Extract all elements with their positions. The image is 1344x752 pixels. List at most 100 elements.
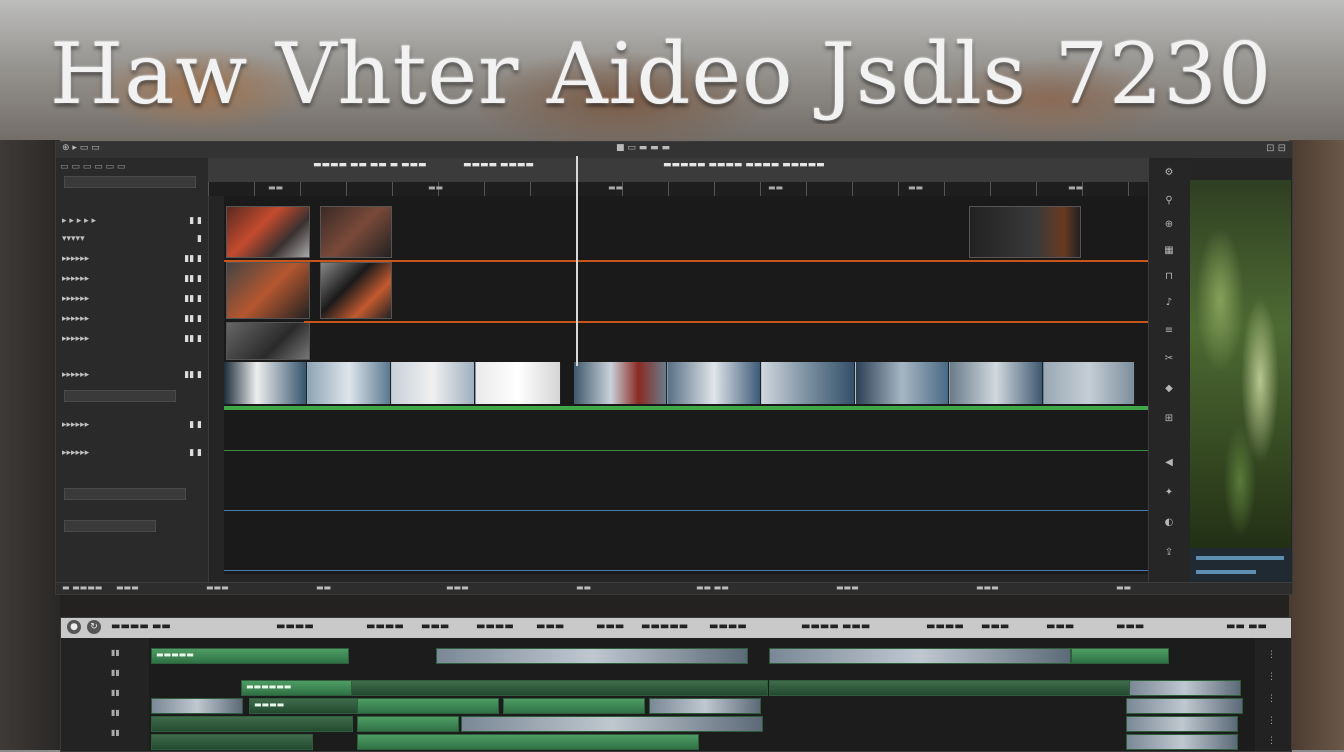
more-icon[interactable]: ⋮: [1267, 672, 1276, 682]
inspector-row[interactable]: ▸▸▸▸▸▸ ▮▮ ▮: [60, 334, 204, 346]
status-item[interactable]: ▬▬ ▬▬: [696, 583, 729, 592]
timeline-clip[interactable]: [351, 680, 768, 696]
status-item[interactable]: ▬▬▬: [836, 583, 859, 592]
scrubber-bar[interactable]: [1196, 556, 1284, 560]
playhead[interactable]: [576, 156, 578, 366]
timeline-ruler[interactable]: ▬▬ ▬▬ ▬▬ ▬▬ ▬▬ ▬▬: [208, 182, 1148, 196]
timeline-tracks[interactable]: [224, 156, 1148, 574]
toolbar-tab[interactable]: ▬▬▬: [596, 621, 624, 632]
audio-icon[interactable]: ♪: [1163, 298, 1175, 308]
layers-icon[interactable]: ≡: [1163, 326, 1175, 336]
timeline-clip[interactable]: [357, 698, 499, 714]
toolbar-tab[interactable]: ▬▬▬: [1046, 621, 1074, 632]
toolbar-tab[interactable]: ▬▬▬: [981, 621, 1009, 632]
filmstrip-clip[interactable]: [574, 362, 1135, 404]
video-clip[interactable]: [320, 206, 392, 258]
toolbar-tab[interactable]: ▬▬▬▬ ▬▬: [111, 621, 171, 632]
inspector-value-field[interactable]: [64, 488, 186, 500]
audio-track-green[interactable]: [224, 406, 1148, 410]
toolbar-tab[interactable]: ▬▬ ▬▬: [1226, 621, 1267, 632]
zoom-icon[interactable]: ⊕: [1163, 220, 1175, 230]
timeline-clip[interactable]: [357, 716, 459, 732]
toolbar-tab[interactable]: ▬▬▬▬: [926, 621, 964, 632]
volume-icon[interactable]: ◀: [1163, 458, 1175, 468]
inspector-row[interactable]: ▸▸▸▸▸▸ ▮▮ ▮: [60, 254, 204, 266]
inspector-row[interactable]: ▸▸▸▸▸▸ ▮▮ ▮: [60, 274, 204, 286]
timeline-clip[interactable]: [151, 698, 243, 714]
more-icon[interactable]: ⋮: [1267, 650, 1276, 660]
inspector-row[interactable]: ▸ ▸ ▸ ▸ ▸ ▮ ▮: [60, 216, 204, 228]
window-controls[interactable]: ⊡ ⊟: [1266, 143, 1286, 154]
toolbar-tab[interactable]: ▬▬▬▬▬: [641, 621, 688, 632]
video-clip[interactable]: [226, 262, 310, 319]
inspector-row[interactable]: ▸▸▸▸▸▸ ▮▮ ▮: [60, 370, 204, 382]
status-item[interactable]: ▬ ▬▬▬▬: [62, 583, 102, 592]
timeline-clip[interactable]: ▬▬▬▬: [249, 698, 361, 714]
grid-icon[interactable]: ▦: [1163, 246, 1175, 256]
timeline-clip[interactable]: [357, 734, 699, 750]
lock-icon[interactable]: ⊓: [1163, 272, 1175, 282]
track-lock-icon[interactable]: ▮▮: [111, 668, 120, 677]
timeline-tab[interactable]: ▬▬▬▬ ▬▬▬▬: [463, 160, 534, 170]
video-clip[interactable]: [969, 206, 1081, 258]
timeline-clip[interactable]: [1126, 734, 1238, 750]
timeline-clip[interactable]: [1129, 680, 1241, 696]
toolbar-tab[interactable]: ▬▬▬▬: [276, 621, 314, 632]
toolbar-tab[interactable]: ▬▬▬▬ ▬▬▬: [801, 621, 870, 632]
timeline-clip[interactable]: [1071, 648, 1169, 664]
inspector-row[interactable]: ▸▸▸▸▸▸ ▮▮ ▮: [60, 314, 204, 326]
status-item[interactable]: ▬▬▬: [116, 583, 139, 592]
video-clip[interactable]: [226, 206, 310, 258]
timeline-clip[interactable]: [769, 680, 1131, 696]
inspector-row[interactable]: ▸▸▸▸▸▸ ▮▮ ▮: [60, 294, 204, 306]
track-lock-icon[interactable]: ▮▮: [111, 708, 120, 717]
track-lock-icon[interactable]: ▮▮: [111, 728, 120, 737]
video-clip[interactable]: [226, 322, 310, 360]
toolbar-tab[interactable]: ▬▬▬: [421, 621, 449, 632]
status-item[interactable]: ▬▬: [1116, 583, 1131, 592]
volume-bar[interactable]: [1196, 570, 1256, 574]
marker-icon[interactable]: ◆: [1163, 384, 1175, 394]
timeline-clip[interactable]: [1126, 698, 1243, 714]
inspector-row[interactable]: ▸▸▸▸▸▸ ▮ ▮: [60, 420, 204, 432]
fx-icon[interactable]: ✦: [1163, 488, 1175, 498]
timeline-tab[interactable]: ▬▬▬▬ ▬▬ ▬▬ ▬ ▬▬▬: [313, 160, 426, 170]
inspector-value-field[interactable]: [64, 390, 176, 402]
cut-icon[interactable]: ✂: [1163, 354, 1175, 364]
inspector-search-field[interactable]: [64, 176, 196, 188]
timeline-clip[interactable]: [436, 648, 748, 664]
toolbar-tab[interactable]: ▬▬▬: [1116, 621, 1144, 632]
toolbar-tab[interactable]: ▬▬▬▬: [366, 621, 404, 632]
snap-icon[interactable]: ⊞: [1163, 414, 1175, 424]
timeline-clip[interactable]: [649, 698, 761, 714]
timeline-tab[interactable]: ▬▬▬▬▬ ▬▬▬▬ ▬▬▬▬ ▬▬▬▬▬: [663, 160, 825, 170]
timeline-clip[interactable]: [1126, 716, 1238, 732]
inspector-value-field[interactable]: [64, 520, 156, 532]
timeline-clip[interactable]: [461, 716, 763, 732]
export-icon[interactable]: ⇪: [1163, 548, 1175, 558]
settings-icon[interactable]: ⚙: [1163, 168, 1175, 178]
status-item[interactable]: ▬▬▬: [446, 583, 469, 592]
more-icon[interactable]: ⋮: [1267, 736, 1276, 746]
timeline-clip[interactable]: [769, 648, 1071, 664]
inspector-row[interactable]: ▾▾▾▾▾ ▮: [60, 234, 204, 246]
video-clip[interactable]: [320, 262, 392, 319]
link-icon[interactable]: ⚲: [1163, 196, 1175, 206]
timeline-clip[interactable]: [151, 734, 313, 750]
more-icon[interactable]: ⋮: [1267, 694, 1276, 704]
timeline-clip[interactable]: [503, 698, 645, 714]
status-item[interactable]: ▬▬▬: [206, 583, 229, 592]
status-item[interactable]: ▬▬▬: [976, 583, 999, 592]
timeline-clip[interactable]: [151, 716, 353, 732]
toolbar-tab[interactable]: ▬▬▬▬: [709, 621, 747, 632]
status-item[interactable]: ▬▬: [316, 583, 331, 592]
filmstrip-clip[interactable]: [224, 362, 561, 404]
inspector-row[interactable]: ▸▸▸▸▸▸ ▮ ▮: [60, 448, 204, 460]
timeline-clip[interactable]: ▬▬▬▬▬: [151, 648, 349, 664]
loop-icon[interactable]: ↻: [87, 620, 101, 634]
toolbar-tab[interactable]: ▬▬▬: [536, 621, 564, 632]
color-icon[interactable]: ◐: [1163, 518, 1175, 528]
track-lock-icon[interactable]: ▮▮: [111, 648, 120, 657]
track-lock-icon[interactable]: ▮▮: [111, 688, 120, 697]
more-icon[interactable]: ⋮: [1267, 716, 1276, 726]
